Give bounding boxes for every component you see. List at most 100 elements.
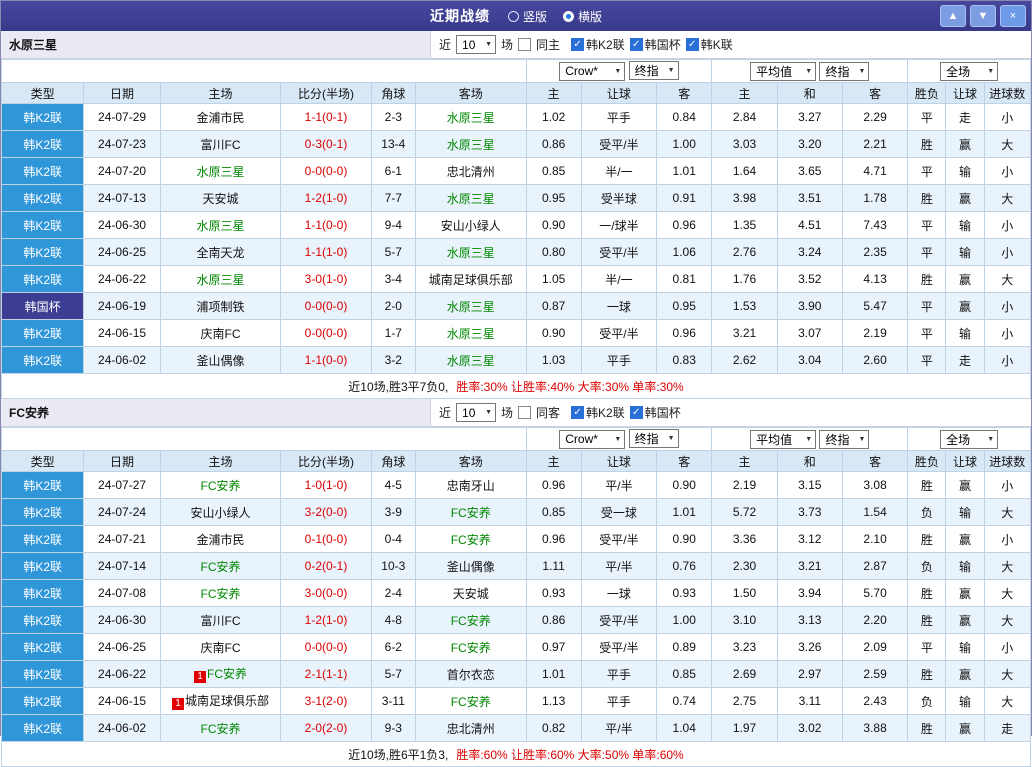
away-team: 水原三星 <box>446 137 495 152</box>
corner-cell: 3-11 <box>370 687 416 715</box>
home-team: 富川FC <box>200 137 241 152</box>
euro-draw-odds: 3.65 <box>776 157 843 185</box>
same-venue-checkbox[interactable]: ✓ <box>518 38 532 51</box>
away-cell: 水原三星 <box>414 319 527 347</box>
league-cell: 韩K2联 <box>0 265 85 293</box>
euro-time-select[interactable]: 终指 ▼ <box>819 429 870 449</box>
league-filter-label[interactable]: 韩K2联 <box>586 36 625 53</box>
move-down-button[interactable]: ▼ <box>970 5 996 27</box>
home-team: 水原三星 <box>196 218 245 233</box>
asia-away-odds: 0.89 <box>656 633 713 661</box>
table-row: 韩K2联 24-06-15 1 城南足球俱乐部 3-1(2-0) 3-11 FC安… <box>0 687 1032 715</box>
corner-cell: 3-2 <box>370 346 416 374</box>
scope-select[interactable]: 全场 ▼ <box>940 61 999 81</box>
euro-home-odds: 5.72 <box>711 498 778 526</box>
league-filter-checkbox[interactable]: ✓ <box>629 406 643 419</box>
home-team: 水原三星 <box>196 164 245 179</box>
spacer-cell <box>1 427 527 451</box>
score-cell: 1-2(1-0) <box>280 606 372 634</box>
same-venue-label[interactable]: 同主 <box>536 36 560 53</box>
corner-cell: 2-0 <box>370 292 416 320</box>
euro-home-odds: 1.64 <box>711 157 778 185</box>
asia-company-select[interactable]: Crow* ▼ <box>559 61 626 81</box>
league-filter-checkbox[interactable]: ✓ <box>571 38 585 51</box>
euro-time-select[interactable]: 终指 ▼ <box>819 61 870 81</box>
asia-time-select[interactable]: 终指 ▼ <box>628 61 679 81</box>
score-cell: 2-0(2-0) <box>280 714 372 742</box>
handicap-cell: 受半球 <box>580 184 658 212</box>
euro-draw-odds: 3.73 <box>776 498 843 526</box>
league-filter-label[interactable]: 韩K联 <box>701 36 733 53</box>
league-filter-label[interactable]: 韩国杯 <box>645 36 681 53</box>
table-row: 韩K2联 24-06-25 庆南FC 0-0(0-0) 6-2 FC安养 0.9… <box>0 633 1032 661</box>
chevron-down-icon: ▼ <box>614 435 622 443</box>
corner-cell: 5-7 <box>370 660 416 688</box>
col-goals: 进球数 <box>983 450 1032 472</box>
asia-time-select[interactable]: 终指 ▼ <box>628 429 679 449</box>
away-team: FC安养 <box>450 694 491 709</box>
home-cell: 水原三星 <box>159 157 282 185</box>
league-cell: 韩K2联 <box>0 525 85 553</box>
date-cell: 24-06-02 <box>83 714 161 742</box>
corner-cell: 2-4 <box>370 579 416 607</box>
col-asia-away: 客 <box>656 82 713 104</box>
goals-result-cell: 大 <box>983 687 1032 715</box>
league-filter-checkbox[interactable]: ✓ <box>571 406 585 419</box>
result-cell: 平 <box>907 157 947 185</box>
league-filter-label[interactable]: 韩K2联 <box>586 404 625 421</box>
col-handicap-result: 让球 <box>945 82 985 104</box>
corner-cell: 9-4 <box>370 211 416 239</box>
score-cell: 0-0(0-0) <box>280 157 372 185</box>
close-button[interactable]: × <box>1000 5 1026 27</box>
euro-draw-odds: 3.90 <box>776 292 843 320</box>
move-up-button[interactable]: ▲ <box>940 5 966 27</box>
euro-away-odds: 2.59 <box>841 660 909 688</box>
euro-home-odds: 2.19 <box>711 471 778 499</box>
score-cell: 0-0(0-0) <box>280 319 372 347</box>
home-cell: FC安养 <box>159 714 282 742</box>
euro-draw-odds: 3.94 <box>776 579 843 607</box>
same-venue-checkbox[interactable]: ✓ <box>518 406 532 419</box>
scope-select[interactable]: 全场 ▼ <box>940 429 999 449</box>
euro-away-odds: 3.08 <box>841 471 909 499</box>
euro-company-select[interactable]: 平均值 ▼ <box>750 429 817 449</box>
selected-option: 全场 <box>946 432 971 447</box>
league-filter-checkbox[interactable]: ✓ <box>629 38 643 51</box>
away-cell: FC安养 <box>414 606 527 634</box>
same-venue-label[interactable]: 同客 <box>536 404 560 421</box>
score-cell: 3-0(1-0) <box>280 265 372 293</box>
col-corner: 角球 <box>370 450 416 472</box>
euro-company-select[interactable]: 平均值 ▼ <box>750 61 817 81</box>
euro-draw-odds: 3.51 <box>776 184 843 212</box>
layout-mode-radio[interactable]: 横版 <box>563 8 602 25</box>
result-cell: 胜 <box>907 606 947 634</box>
layout-mode-radio[interactable]: 竖版 <box>507 8 547 25</box>
selected-option: 平均值 <box>756 64 793 79</box>
handicap-result-cell: 输 <box>945 211 985 239</box>
away-team: 水原三星 <box>446 191 495 206</box>
home-team: 全南天龙 <box>196 245 245 260</box>
asia-company-select[interactable]: Crow* ▼ <box>559 429 626 449</box>
chevron-down-icon: ▼ <box>987 67 995 75</box>
handicap-cell: 平/半 <box>580 552 658 580</box>
home-cell: 富川FC <box>159 130 282 158</box>
asia-away-odds: 1.04 <box>656 714 713 742</box>
home-cell: 安山小绿人 <box>159 498 282 526</box>
euro-away-odds: 2.21 <box>841 130 909 158</box>
date-cell: 24-06-25 <box>83 238 161 266</box>
home-cell: 釜山偶像 <box>159 346 282 374</box>
euro-draw-odds: 4.51 <box>776 211 843 239</box>
col-type: 类型 <box>0 450 85 472</box>
league-filter-checkbox[interactable]: ✓ <box>685 38 699 51</box>
league-filter-label[interactable]: 韩国杯 <box>645 404 681 421</box>
radio-label: 横版 <box>578 9 603 24</box>
column-header-row: 类型 日期 主场 比分(半场) 角球 客场 主 让球 客 主 和 客 胜负 让球… <box>0 82 1032 104</box>
corner-cell: 5-7 <box>370 238 416 266</box>
handicap-result-cell: 赢 <box>945 292 985 320</box>
recent-count-select[interactable]: 10 ▼ <box>456 35 497 54</box>
euro-away-odds: 2.60 <box>841 346 909 374</box>
euro-away-odds: 5.47 <box>841 292 909 320</box>
selected-option: 平均值 <box>756 432 793 447</box>
recent-count-select[interactable]: 10 ▼ <box>456 403 497 422</box>
date-cell: 24-06-19 <box>83 292 161 320</box>
